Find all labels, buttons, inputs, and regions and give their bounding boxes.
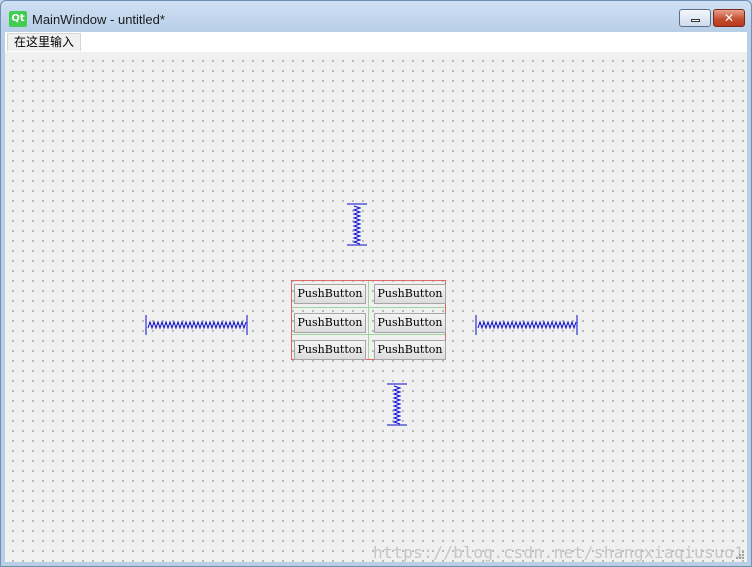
minimize-icon [691,19,700,22]
vertical-spacer-top[interactable] [345,203,369,247]
close-button[interactable]: ✕ [713,9,745,27]
size-grip-icon[interactable] [735,550,745,560]
horizontal-spacer-left[interactable] [145,313,251,337]
push-button-r3-c2[interactable]: PushButton [374,340,446,360]
push-button-r1-c2[interactable]: PushButton [374,284,446,304]
push-button-r3-c1[interactable]: PushButton [294,340,366,360]
grid-divider [292,334,445,335]
main-window: Qt MainWindow - untitled* ✕ 在这里输入 PushBu… [0,0,752,567]
vertical-spacer-bottom[interactable] [385,383,409,427]
push-button-r2-c1[interactable]: PushButton [294,313,366,333]
watermark-text: https://blog.csdn.net/shangxiaqiusuo1 [373,543,745,562]
qt-logo-icon: Qt [9,11,27,27]
form-canvas[interactable]: PushButton PushButton PushButton PushBut… [5,53,747,562]
window-title: MainWindow - untitled* [32,12,165,27]
menu-type-here[interactable]: 在这里输入 [7,33,82,51]
grid-divider [368,281,369,359]
horizontal-spacer-right[interactable] [475,313,581,337]
push-button-r1-c1[interactable]: PushButton [294,284,366,304]
grid-divider [292,307,445,308]
title-bar[interactable]: Qt MainWindow - untitled* ✕ [1,1,751,32]
minimize-button[interactable] [679,9,711,27]
menu-bar: 在这里输入 [5,32,747,52]
push-button-r2-c2[interactable]: PushButton [374,313,446,333]
client-area: 在这里输入 PushButton PushButton PushButton P… [5,32,747,562]
close-icon: ✕ [723,11,735,25]
grid-layout[interactable]: PushButton PushButton PushButton PushBut… [291,280,446,360]
